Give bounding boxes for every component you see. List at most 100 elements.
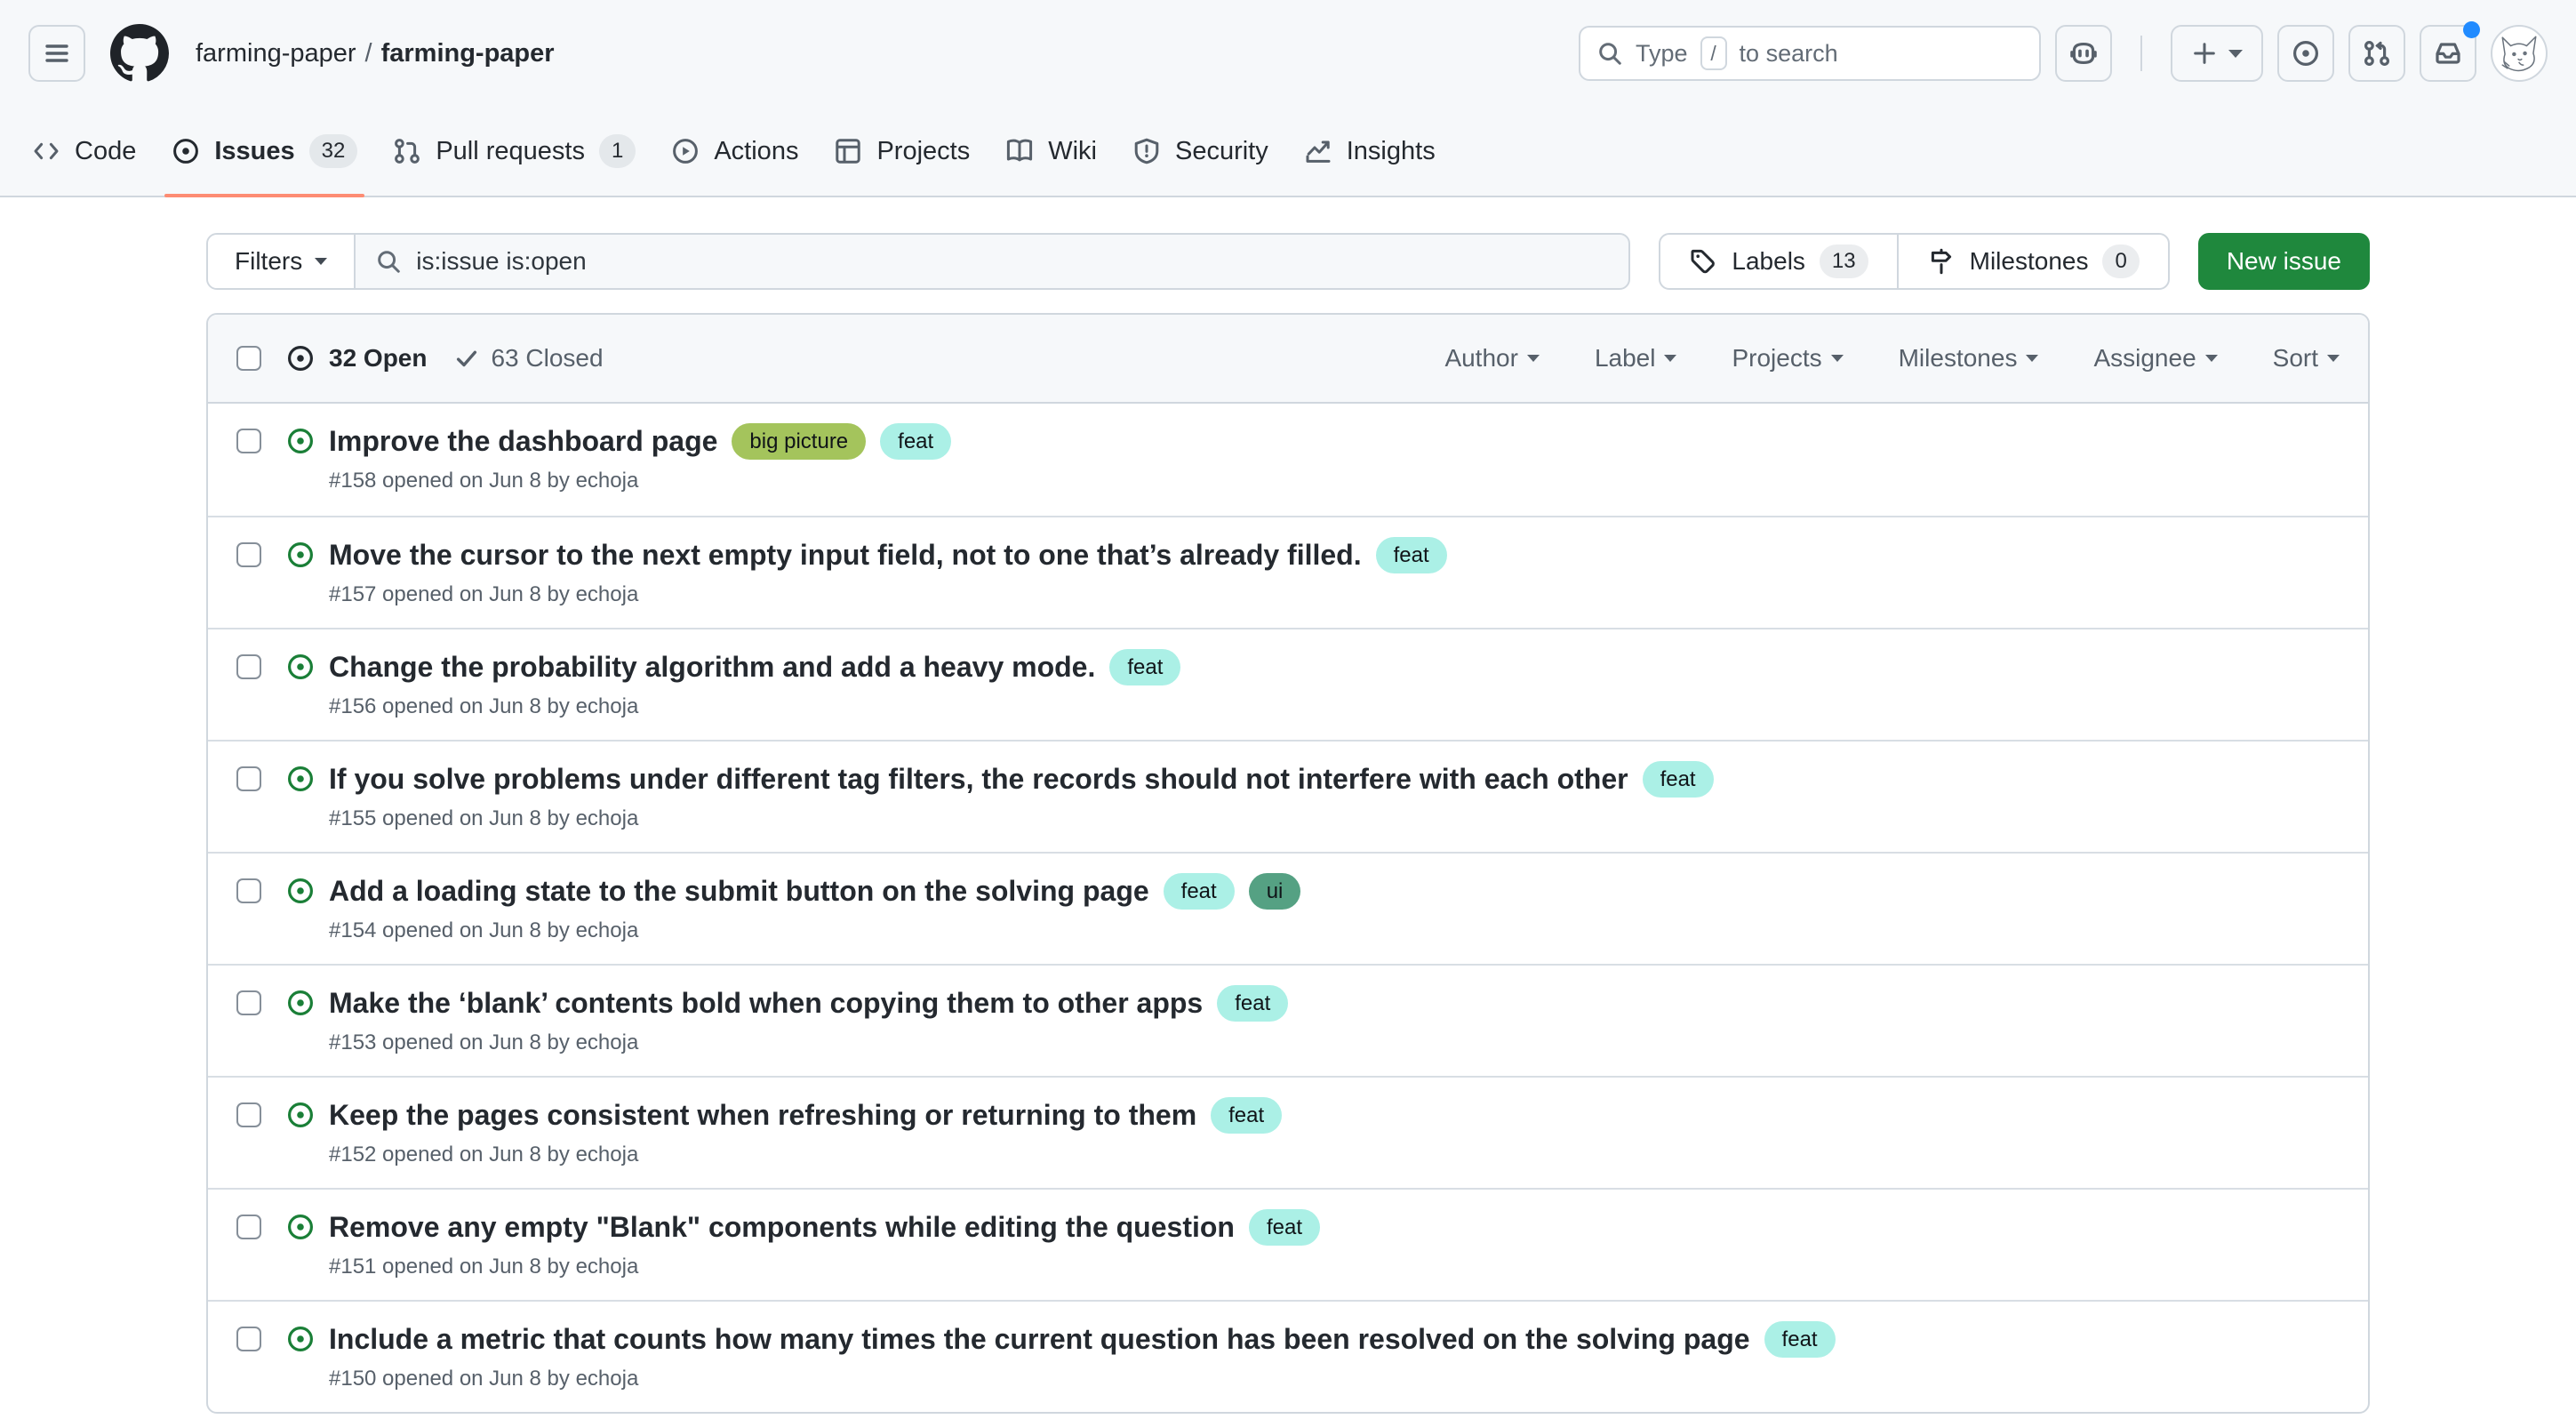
issue-row: Make the ‘blank’ contents bold when copy… (208, 964, 2368, 1076)
search-placeholder-prefix: Type (1636, 40, 1688, 68)
tab-insights[interactable]: Insights (1288, 107, 1452, 196)
label-dropdown[interactable]: Label (1595, 344, 1677, 373)
projects-dropdown[interactable]: Projects (1732, 344, 1843, 373)
copilot-icon (2068, 38, 2099, 68)
issues-search-input[interactable] (416, 247, 1609, 276)
issue-select-checkbox[interactable] (236, 1102, 261, 1127)
issue-label-pill[interactable]: feat (1376, 537, 1447, 573)
open-issues-filter[interactable]: 32 Open (286, 344, 427, 373)
copilot-button[interactable] (2055, 25, 2112, 82)
create-new-button[interactable] (2171, 25, 2263, 82)
labels-button[interactable]: Labels 13 (1660, 235, 1896, 288)
chevron-down-icon (1831, 355, 1844, 362)
tab-actions[interactable]: Actions (655, 107, 814, 196)
tab-projects[interactable]: Projects (818, 107, 986, 196)
tab-pull-requests-count: 1 (599, 134, 636, 167)
issue-label-pill[interactable]: feat (1643, 761, 1714, 798)
labels-count: 13 (1820, 245, 1868, 277)
issue-select-checkbox[interactable] (236, 654, 261, 679)
issue-opened-icon (286, 1213, 315, 1241)
issues-filter-bar: Filters (206, 233, 1630, 290)
slash-key-hint: / (1700, 36, 1727, 70)
issue-meta: #153 opened on Jun 8 by echoja (329, 1030, 2340, 1055)
search-icon (1596, 40, 1623, 67)
tab-code[interactable]: Code (16, 107, 152, 196)
notifications-button[interactable] (2420, 25, 2476, 82)
tab-wiki[interactable]: Wiki (989, 107, 1113, 196)
issue-list-header: 32 Open 63 Closed Author Label Projects … (208, 315, 2368, 404)
hamburger-menu-button[interactable] (28, 25, 85, 82)
issue-opened-icon (172, 137, 200, 165)
issue-select-checkbox[interactable] (236, 766, 261, 791)
sort-dropdown[interactable]: Sort (2273, 344, 2340, 373)
your-issues-button[interactable] (2277, 25, 2334, 82)
breadcrumb-owner-link[interactable]: farming-paper (196, 39, 356, 68)
issue-select-checkbox[interactable] (236, 1327, 261, 1351)
global-search-input[interactable]: Type / to search (1579, 26, 2041, 81)
chevron-down-icon (2026, 355, 2038, 362)
github-logo[interactable] (110, 24, 169, 83)
issue-label-pill[interactable]: ui (1249, 873, 1301, 910)
tab-actions-label: Actions (714, 137, 798, 166)
filters-button-label: Filters (235, 247, 302, 276)
issue-label-pill[interactable]: big picture (732, 423, 866, 460)
issue-title-link[interactable]: Remove any empty "Blank" components whil… (329, 1211, 1235, 1244)
issue-row-body: Move the cursor to the next empty input … (329, 537, 2340, 607)
open-count-label: 32 Open (329, 344, 427, 373)
git-pull-request-icon (2363, 39, 2391, 68)
milestones-button[interactable]: Milestones 0 (1897, 235, 2168, 288)
issue-label-pill[interactable]: feat (1249, 1209, 1320, 1246)
issue-row: Move the cursor to the next empty input … (208, 516, 2368, 628)
tab-security[interactable]: Security (1116, 107, 1284, 196)
issue-select-checkbox[interactable] (236, 542, 261, 567)
select-all-checkbox[interactable] (236, 346, 261, 371)
issue-label-pill[interactable]: feat (1109, 649, 1180, 685)
issue-label-pill[interactable]: feat (1164, 873, 1235, 910)
author-dropdown[interactable]: Author (1444, 344, 1540, 373)
issues-search-area (356, 235, 1628, 288)
issue-title-link[interactable]: Move the cursor to the next empty input … (329, 539, 1362, 572)
assignee-dropdown[interactable]: Assignee (2093, 344, 2217, 373)
issue-title-link[interactable]: Include a metric that counts how many ti… (329, 1323, 1750, 1356)
issue-title-link[interactable]: Improve the dashboard page (329, 425, 717, 458)
issue-opened-icon (286, 877, 315, 905)
main-content: Filters Labels 13 Milestones 0 New issue (206, 197, 2370, 1414)
chevron-down-icon (2205, 355, 2218, 362)
milestones-dropdown[interactable]: Milestones (1899, 344, 2039, 373)
hamburger-icon (43, 39, 71, 68)
issue-opened-icon (286, 653, 315, 681)
tab-security-label: Security (1175, 137, 1268, 166)
sort-dropdown-label: Sort (2273, 344, 2318, 373)
issue-select-checkbox[interactable] (236, 990, 261, 1015)
issue-select-checkbox[interactable] (236, 878, 261, 903)
new-issue-button[interactable]: New issue (2198, 233, 2370, 290)
issue-title-link[interactable]: Change the probability algorithm and add… (329, 651, 1095, 684)
avatar[interactable] (2491, 25, 2548, 82)
issue-title-link[interactable]: Keep the pages consistent when refreshin… (329, 1099, 1196, 1132)
issue-select-checkbox[interactable] (236, 1215, 261, 1239)
labels-milestones-group: Labels 13 Milestones 0 (1659, 233, 2169, 290)
issue-title-line: If you solve problems under different ta… (329, 761, 2340, 798)
closed-issues-filter[interactable]: 63 Closed (453, 344, 603, 373)
your-pull-requests-button[interactable] (2348, 25, 2405, 82)
issue-label-pill[interactable]: feat (1764, 1321, 1836, 1358)
label-dropdown-label: Label (1595, 344, 1656, 373)
issue-label-pill[interactable]: feat (1217, 985, 1288, 1022)
top-band: farming-paper / farming-paper Type / to se… (0, 0, 2576, 197)
tab-issues-label: Issues (214, 137, 294, 166)
tab-issues[interactable]: Issues 32 (156, 107, 373, 196)
issue-label-pill[interactable]: feat (1211, 1097, 1282, 1134)
issue-title-line: Remove any empty "Blank" components whil… (329, 1209, 2340, 1246)
issue-select-checkbox[interactable] (236, 429, 261, 453)
issue-meta: #154 opened on Jun 8 by echoja (329, 918, 2340, 943)
issue-opened-icon (286, 541, 315, 569)
issue-title-link[interactable]: If you solve problems under different ta… (329, 763, 1628, 796)
breadcrumb-repo-link[interactable]: farming-paper (381, 39, 555, 68)
filters-dropdown-button[interactable]: Filters (208, 235, 356, 288)
issue-label-pill[interactable]: feat (880, 423, 951, 460)
notification-dot (2463, 21, 2480, 38)
projects-dropdown-label: Projects (1732, 344, 1821, 373)
tab-pull-requests[interactable]: Pull requests 1 (377, 107, 652, 196)
issue-title-link[interactable]: Make the ‘blank’ contents bold when copy… (329, 987, 1203, 1020)
issue-title-link[interactable]: Add a loading state to the submit button… (329, 875, 1149, 908)
